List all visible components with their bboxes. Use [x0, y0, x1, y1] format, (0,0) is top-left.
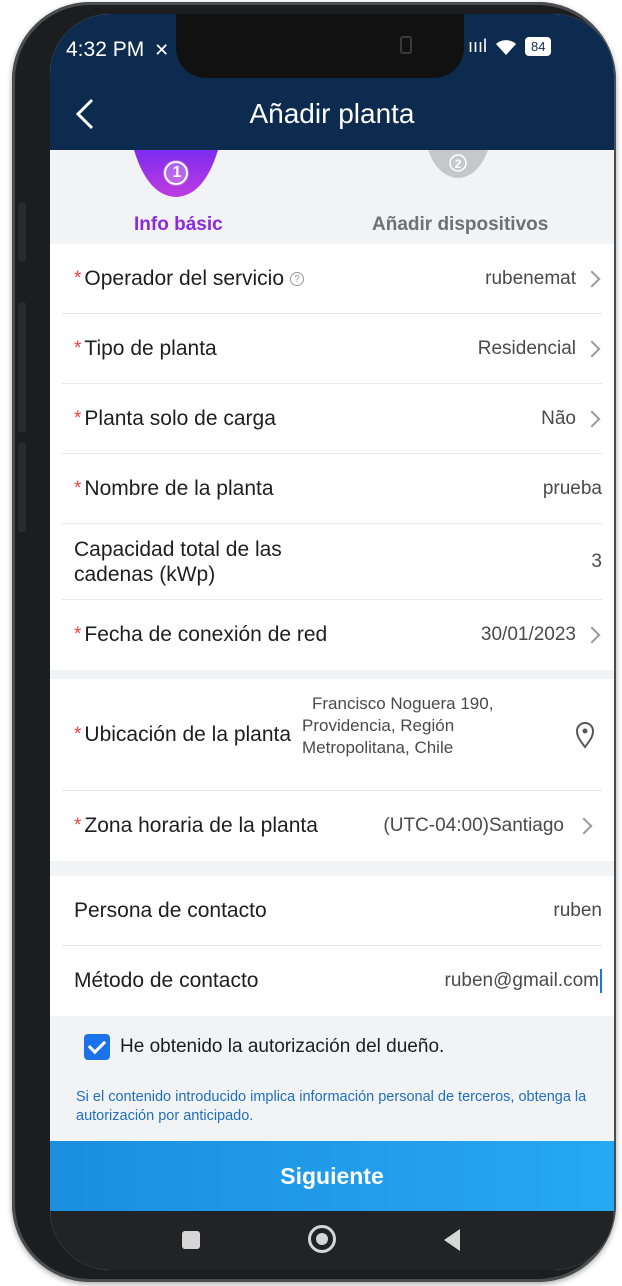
- required-marker: *: [74, 815, 82, 836]
- contact-card: Persona de contacto ruben Método de cont…: [50, 876, 614, 1016]
- grid-date-row[interactable]: * Fecha de conexión de red 30/01/2023: [62, 600, 602, 670]
- timezone-value: (UTC-04:00)Santiago: [383, 791, 602, 861]
- capacity-label: Capacidad total de las cadenas (kWp): [74, 524, 282, 600]
- consent-checkbox[interactable]: [84, 1034, 110, 1060]
- required-marker: *: [74, 478, 82, 499]
- contact-method-label: Método de contacto: [74, 946, 258, 1016]
- location-pin-icon[interactable]: [574, 721, 596, 749]
- chevron-right-icon: [583, 626, 601, 644]
- plant-name-value-text: prueba: [542, 478, 602, 499]
- basic-info-card: * Operador del servicio ? rubenemat * Ti…: [50, 244, 614, 670]
- required-marker: *: [74, 724, 82, 745]
- consent-label[interactable]: He obtenido la autorización del dueño.: [120, 1036, 444, 1058]
- plant-name-label: * Nombre de la planta: [74, 454, 274, 524]
- operator-value-text: rubenemat: [485, 268, 576, 289]
- address-line-3: Metropolitana, Chile: [302, 738, 454, 757]
- plant-type-value: Residencial: [478, 314, 602, 384]
- plant-type-value-text: Residencial: [477, 338, 576, 359]
- capacity-value-text: 3: [591, 551, 602, 572]
- volume-button: [18, 302, 26, 432]
- camera-icon: [400, 36, 412, 54]
- plant-name-input[interactable]: prueba: [543, 454, 602, 524]
- timezone-value-text: (UTC-04:00)Santiago: [383, 815, 564, 836]
- plant-type-row[interactable]: * Tipo de planta Residencial: [62, 314, 602, 384]
- chevron-right-icon: [583, 340, 601, 358]
- plant-name-row[interactable]: * Nombre de la planta prueba: [62, 454, 602, 524]
- contact-person-row[interactable]: Persona de contacto ruben: [62, 876, 602, 946]
- status-time: 4:32 PM ✕: [66, 38, 169, 62]
- grid-date-label-text: Fecha de conexión de red: [84, 623, 328, 646]
- contact-method-value-text: ruben@gmail.com: [444, 970, 599, 991]
- charge-only-label: * Planta solo de carga: [74, 384, 276, 454]
- contact-person-label-text: Persona de contacto: [74, 899, 267, 922]
- step-2-label[interactable]: Añadir dispositivos: [372, 214, 548, 236]
- plant-type-label: * Tipo de planta: [74, 314, 217, 384]
- contact-person-label: Persona de contacto: [74, 876, 267, 946]
- location-card: * Ubicación de la planta Francisco Nogue…: [50, 679, 614, 861]
- page-title: Añadir planta: [249, 98, 415, 129]
- power-button: [18, 442, 26, 532]
- location-row[interactable]: * Ubicación de la planta Francisco Nogue…: [62, 679, 602, 791]
- operator-row[interactable]: * Operador del servicio ? rubenemat: [62, 244, 602, 314]
- recent-apps-icon[interactable]: [182, 1231, 200, 1249]
- timezone-row[interactable]: * Zona horaria de la planta (UTC-04:00)S…: [62, 791, 602, 861]
- status-icons: ıııl 84: [468, 36, 552, 57]
- app-header: 4:32 PM ✕ ıııl 84 Añadir planta: [50, 14, 614, 150]
- capacity-row[interactable]: Capacidad total de las cadenas (kWp) 3: [62, 524, 602, 600]
- plant-name-label-text: Nombre de la planta: [84, 477, 274, 500]
- home-icon[interactable]: [308, 1225, 336, 1253]
- step-indicator: 1 2 Info básic Añadir dispositivos: [50, 150, 614, 244]
- contact-person-value-text: ruben: [553, 900, 602, 921]
- address-line-2: Providencia, Región: [302, 716, 455, 735]
- app-screen: 4:32 PM ✕ ıııl 84 Añadir planta 1 2 Info…: [50, 14, 614, 1270]
- step-1-label[interactable]: Info básic: [134, 214, 223, 236]
- required-marker: *: [74, 268, 82, 289]
- status-time-text: 4:32 PM: [66, 38, 145, 61]
- operator-label-text: Operador del servicio: [84, 267, 284, 290]
- timezone-label: * Zona horaria de la planta: [74, 791, 318, 861]
- required-marker: *: [74, 408, 82, 429]
- contact-person-input[interactable]: ruben: [553, 876, 602, 946]
- system-nav-bar: [50, 1211, 614, 1270]
- chevron-right-icon: [583, 270, 601, 288]
- wifi-icon: [496, 39, 517, 55]
- charge-only-value: Não: [541, 384, 602, 454]
- address-line-1: Francisco Noguera 190,: [312, 694, 494, 713]
- grid-date-value: 30/01/2023: [481, 600, 602, 670]
- contact-method-label-text: Método de contacto: [74, 969, 259, 992]
- battery-icon: 84: [525, 37, 552, 56]
- contact-method-input[interactable]: ruben@gmail.com: [445, 946, 602, 1016]
- text-cursor: [600, 969, 602, 993]
- charge-only-value-text: Não: [541, 408, 576, 429]
- privacy-notice: Si el contenido introducido implica info…: [76, 1089, 587, 1124]
- location-label: * Ubicación de la planta: [74, 679, 291, 791]
- required-marker: *: [74, 338, 82, 359]
- chevron-right-icon: [575, 817, 593, 835]
- step-1-number: 1: [172, 164, 182, 181]
- help-icon[interactable]: ?: [290, 272, 304, 286]
- next-button[interactable]: Siguiente: [50, 1141, 614, 1211]
- plant-type-label-text: Tipo de planta: [84, 337, 217, 360]
- camera-notch: [176, 14, 464, 78]
- contact-method-row[interactable]: Método de contacto ruben@gmail.com: [62, 946, 602, 1016]
- operator-label: * Operador del servicio ?: [74, 244, 304, 314]
- step-2-number: 2: [454, 157, 462, 171]
- charge-only-label-text: Planta solo de carga: [84, 407, 276, 430]
- location-address: Francisco Noguera 190, Providencia, Regi…: [302, 693, 542, 759]
- grid-date-label: * Fecha de conexión de red: [74, 600, 327, 670]
- mute-icon: ✕: [154, 40, 170, 60]
- capacity-label-line2: cadenas (kWp): [74, 563, 216, 586]
- capacity-label-line1: Capacidad total de las: [74, 538, 282, 561]
- charge-only-row[interactable]: * Planta solo de carga Não: [62, 384, 602, 454]
- grid-date-value-text: 30/01/2023: [480, 624, 576, 645]
- capacity-input[interactable]: 3: [591, 524, 602, 600]
- back-triangle-icon[interactable]: [444, 1229, 460, 1251]
- required-marker: *: [74, 624, 82, 645]
- location-label-text: Ubicación de la planta: [84, 723, 292, 746]
- chevron-right-icon: [583, 410, 601, 428]
- timezone-label-text: Zona horaria de la planta: [84, 814, 318, 837]
- volume-button: [18, 202, 26, 262]
- operator-value: rubenemat: [485, 244, 602, 314]
- signal-icon: ıııl: [468, 36, 488, 56]
